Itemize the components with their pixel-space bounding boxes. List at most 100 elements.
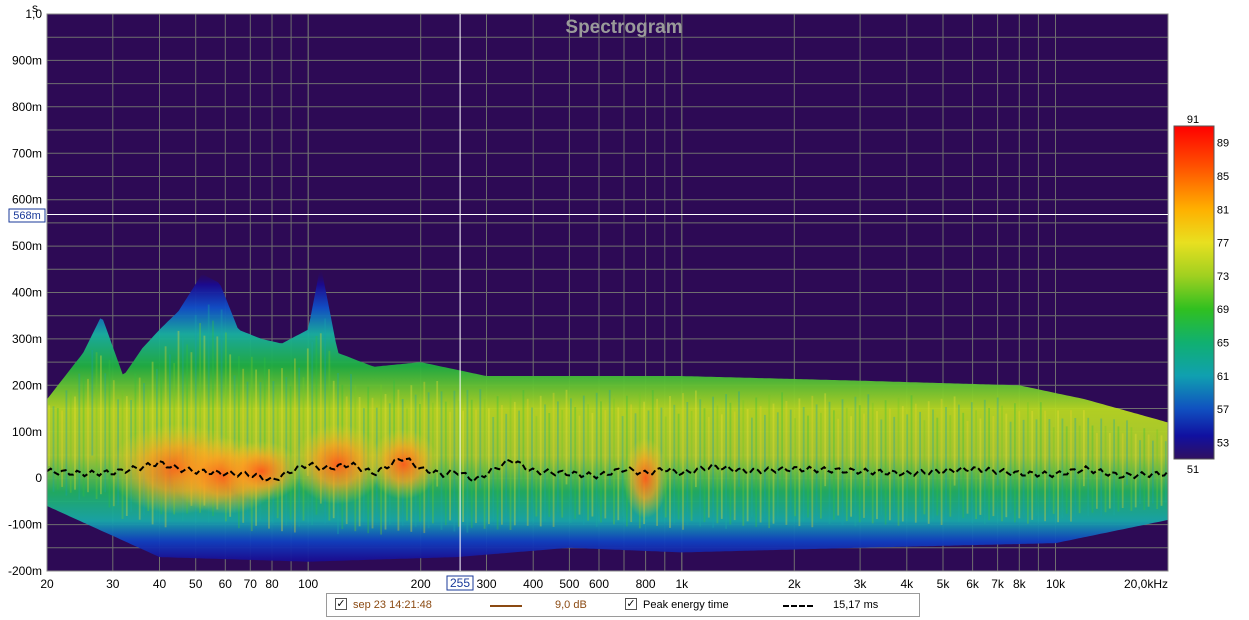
heatmap-streak — [863, 413, 865, 518]
color-scale-tick-label: 57 — [1217, 404, 1229, 416]
x-tick-label: 80 — [265, 577, 279, 591]
heatmap-streak — [513, 401, 516, 526]
heatmap-streak — [789, 409, 792, 521]
heatmap-streak — [1005, 413, 1008, 518]
heatmap-streak — [582, 395, 585, 525]
heatmap-streak — [815, 404, 818, 523]
heatmap-streak — [1143, 428, 1146, 510]
y-tick-label: 500m — [12, 239, 42, 253]
color-scale-bar — [1173, 125, 1215, 460]
color-scale-tick-label: 91 — [1187, 114, 1199, 126]
heatmap-streak — [945, 407, 947, 521]
y-tick-label: 600m — [12, 193, 42, 207]
peak-energy-checkbox[interactable]: ✓ — [625, 598, 637, 610]
heatmap-streak — [1057, 410, 1059, 523]
heatmap-hotspot — [221, 441, 302, 502]
x-tick-label: 50 — [189, 577, 203, 591]
heatmap-streak — [74, 396, 76, 490]
heatmap-streak — [544, 404, 546, 522]
heatmap-streak — [488, 408, 490, 525]
heatmap-streak — [112, 380, 115, 507]
heatmap-streak — [1134, 433, 1137, 508]
heatmap-streak — [811, 395, 814, 528]
heatmap-streak — [962, 412, 965, 518]
heatmap-streak — [906, 414, 909, 518]
x-tick-label: 30 — [106, 577, 120, 591]
heatmap-streak — [841, 399, 844, 526]
y-tick-label: -200m — [8, 564, 42, 578]
heatmap-streak — [492, 417, 495, 520]
y-tick-label: 200m — [12, 378, 42, 392]
heatmap-streak — [776, 412, 779, 520]
color-scale: 91 89 85 81 77 73 69 65 61 57 53 51 — [1173, 114, 1229, 476]
heatmap-streak — [880, 419, 883, 515]
y-tick-label: 800m — [12, 100, 42, 114]
heatmap-streak — [764, 414, 766, 519]
heatmap-streak — [526, 398, 529, 526]
heatmap-streak — [1027, 402, 1029, 524]
x-axis: 20 30 40 50 60 70 80 100 200 300 400 500 600 800 1k 2k 3… — [40, 577, 1168, 591]
heatmap-streak — [919, 411, 921, 519]
heatmap-streak — [914, 403, 917, 523]
spectrogram-chart: Spectrogram s1,0900m800m700m600m500m400m… — [8, 1, 1229, 591]
y-tick-label: 700m — [12, 146, 42, 160]
heatmap-streak — [958, 404, 960, 522]
heatmap-streak — [78, 373, 81, 500]
measurement-label: sep 23 14:21:48 — [353, 599, 432, 611]
heatmap-hotspot — [368, 429, 439, 500]
heatmap-streak — [561, 409, 564, 518]
heatmap-streak — [1070, 410, 1072, 522]
heatmap-streak — [884, 400, 887, 525]
heatmap-streak — [772, 403, 775, 524]
color-scale-tick-label: 69 — [1217, 304, 1229, 316]
heatmap-streak — [845, 407, 848, 522]
heatmap-streak — [742, 400, 745, 526]
heatmap-streak — [574, 407, 577, 519]
heatmap-streak — [587, 404, 589, 521]
peak-energy-line-sample — [783, 605, 813, 607]
color-scale-tick-label: 61 — [1217, 371, 1229, 383]
heatmap-streak — [1039, 402, 1042, 487]
x-tick-label: 400 — [523, 577, 543, 591]
x-tick-label: 800 — [636, 577, 656, 591]
color-scale-tick-label: 77 — [1217, 238, 1229, 250]
heatmap-streak — [595, 392, 598, 527]
peak-energy-value: 15,17 ms — [833, 599, 879, 611]
heatmap-streak — [824, 393, 827, 487]
heatmap-streak — [669, 396, 671, 528]
x-tick-label: 70 — [244, 577, 258, 591]
heatmap-streak — [91, 349, 94, 456]
heatmap-streak — [1052, 427, 1055, 514]
heatmap-streak — [893, 416, 896, 517]
heatmap-streak — [932, 409, 934, 520]
measurement-checkbox[interactable]: ✓ — [335, 598, 347, 610]
x-tick-label: 10k — [1046, 577, 1066, 591]
heatmap-streak — [1044, 410, 1046, 522]
heatmap-streak — [720, 414, 723, 519]
heatmap-streak — [531, 407, 533, 522]
heatmap-streak — [48, 405, 51, 467]
heatmap-streak — [600, 401, 602, 523]
heatmap-streak — [1104, 425, 1107, 513]
legend-bar: ✓ sep 23 14:21:48 9,0 dB ✓ Peak energy t… — [326, 593, 920, 617]
heatmap-streak — [867, 394, 870, 486]
heatmap-streak — [738, 391, 740, 487]
heatmap-streak — [1035, 419, 1038, 516]
heatmap-streak — [604, 410, 607, 519]
heatmap-streak — [798, 398, 801, 527]
heatmap-streak — [565, 389, 568, 485]
x-tick-label: 40 — [153, 577, 167, 591]
measurement-line-sample — [490, 605, 522, 607]
heatmap-streak — [552, 392, 555, 527]
heatmap-streak — [1061, 418, 1064, 518]
heatmap-streak — [440, 391, 443, 530]
heatmap-streak — [854, 396, 857, 527]
heatmap-streak — [56, 408, 59, 490]
color-scale-tick-label: 51 — [1187, 464, 1199, 476]
heatmap-streak — [108, 360, 111, 508]
heatmap-streak — [733, 411, 736, 521]
heatmap-streak — [539, 395, 542, 527]
heatmap-streak — [910, 395, 913, 486]
heatmap-streak — [729, 402, 732, 525]
heatmap-streak — [1022, 419, 1025, 515]
